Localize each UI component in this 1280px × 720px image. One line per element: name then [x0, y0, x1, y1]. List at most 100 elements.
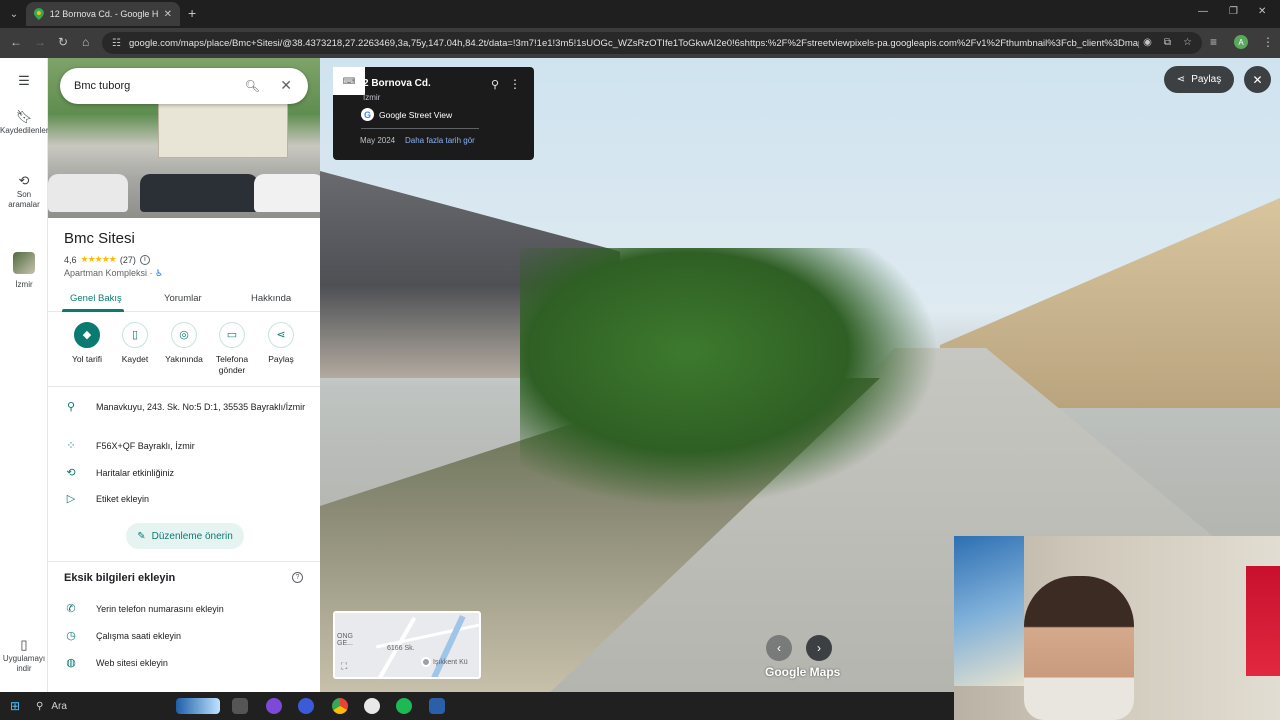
tab-about[interactable]: Hakkında — [251, 293, 291, 304]
suggest-edit-button[interactable]: ✎ Düzenleme önerin — [126, 523, 244, 549]
spotify-icon[interactable] — [396, 698, 412, 714]
history-icon: ⟲ — [66, 467, 76, 479]
plus-code-icon: ⁘ — [66, 440, 76, 452]
recent-place-label: İzmir — [15, 280, 33, 289]
install-icon[interactable]: ⧉ — [1164, 37, 1171, 48]
sv-next-button[interactable]: › — [806, 635, 832, 661]
address-bar[interactable]: ☷ google.com/maps/place/Bmc+Sitesi/@38.4… — [102, 32, 1202, 54]
sv-date: May 2024 — [360, 136, 396, 145]
nearby-icon: ◎ — [171, 322, 197, 348]
rating-stars: ★★★★★ — [80, 254, 117, 264]
send-to-phone-icon: ▭ — [219, 322, 245, 348]
browser-tabbar: ⌄ 12 Bornova Cd. - Google Haritalar ✕ + … — [0, 0, 1280, 28]
minimize-icon[interactable]: — — [1198, 6, 1208, 17]
get-app-label: Uygulamayı indir — [2, 654, 46, 673]
more-options-icon[interactable]: ⋮ — [509, 77, 521, 91]
active-tab-indicator — [62, 309, 124, 312]
messenger-icon[interactable] — [266, 698, 282, 714]
wheelchair-icon: ♿︎ — [155, 268, 164, 278]
history-icon: ⟲ — [18, 173, 30, 188]
close-icon[interactable]: ✕ — [280, 77, 292, 94]
search-icon[interactable]: 🔍︎ — [245, 79, 260, 93]
location-pin-icon[interactable]: ⚲ — [491, 78, 499, 91]
maps-favicon-icon — [34, 8, 44, 20]
divider — [48, 386, 320, 387]
mini-map[interactable]: ONG GE... 6166 Sk. Işıkkent Kü ⛶ — [333, 611, 481, 679]
send-to-phone-label: Telefona gönder — [215, 354, 249, 375]
app-icon[interactable] — [298, 698, 314, 714]
tab-overview[interactable]: Genel Bakış — [70, 293, 122, 304]
chevron-right-icon: › — [817, 641, 821, 655]
menu-button[interactable]: ☰ — [0, 74, 48, 90]
get-app-button[interactable]: ▯ Uygulamayı indir — [0, 638, 48, 674]
forward-icon[interactable]: → — [34, 36, 46, 48]
app-icon[interactable] — [429, 698, 445, 714]
globe-icon: ◍ — [66, 657, 76, 669]
sv-share-button[interactable]: ⋖ Paylaş — [1164, 66, 1234, 93]
bookmark-icon: 🔖︎ — [15, 109, 33, 124]
photo-car — [254, 174, 320, 212]
plus-code-text: F56X+QF Bayraklı, İzmir — [96, 441, 195, 451]
maps-left-rail: ☰ 🔖︎ Kaydedilenler ⟲ Son aramalar İzmir … — [0, 58, 48, 692]
category-label[interactable]: Apartman Kompleksi · — [64, 268, 153, 278]
more-dates-link[interactable]: Daha fazla tarih gör — [405, 136, 475, 145]
search-box[interactable]: 🔍︎ ✕ — [60, 68, 308, 104]
bookmark-star-icon[interactable]: ☆ — [1183, 37, 1192, 48]
clock-icon: ◷ — [66, 630, 76, 642]
location-icon[interactable]: ◉ — [1143, 37, 1152, 48]
tab-reviews[interactable]: Yorumlar — [164, 293, 202, 304]
divider — [48, 561, 320, 562]
sv-trees — [520, 248, 940, 508]
current-location-dot — [421, 657, 431, 667]
rating-value: 4,6 — [64, 254, 77, 265]
obs-icon[interactable] — [364, 698, 380, 714]
help-icon[interactable]: ? — [292, 572, 303, 583]
media-icon[interactable]: ≡ — [1210, 36, 1217, 48]
browser-menu-icon[interactable]: ⋮ — [1262, 35, 1274, 49]
task-view-icon[interactable] — [232, 698, 248, 714]
address-row[interactable]: ⚲ Manavkuyu, 243. Sk. No:5 D:1, 35535 Ba… — [48, 401, 320, 427]
info-icon[interactable]: i — [139, 254, 150, 265]
browser-tab[interactable]: 12 Bornova Cd. - Google Haritalar ✕ — [26, 2, 180, 26]
review-count[interactable]: (27) — [120, 255, 136, 265]
label-text: Etiket ekleyin — [96, 494, 150, 504]
chevron-left-icon: ‹ — [777, 641, 781, 655]
windows-start-icon[interactable]: ⊞ — [10, 700, 22, 712]
share-icon: ⋖ — [1176, 74, 1186, 85]
profile-avatar[interactable]: A — [1234, 35, 1248, 49]
recent-place-izmir[interactable]: İzmir — [0, 252, 48, 290]
street-view-info-card: ⌨ 2 Bornova Cd. İzmir ⚲ ⋮ G Google Stree… — [333, 67, 534, 160]
share-label: Paylaş — [268, 354, 294, 364]
window-close-icon[interactable]: ✕ — [1258, 6, 1266, 17]
reload-icon[interactable]: ↻ — [58, 36, 68, 48]
recent-button[interactable]: ⟲ Son aramalar — [0, 173, 48, 210]
tab-close-icon[interactable]: ✕ — [164, 9, 172, 20]
keyboard-icon[interactable]: ⌨ — [333, 67, 365, 95]
tab-search-icon[interactable]: ⌄ — [6, 6, 22, 22]
share-icon: ⋖ — [268, 322, 294, 348]
sv-prev-button[interactable]: ‹ — [766, 635, 792, 661]
site-info-icon[interactable]: ☷ — [112, 38, 121, 49]
widgets-icon[interactable] — [176, 698, 220, 714]
home-icon[interactable]: ⌂ — [82, 36, 89, 48]
restore-icon[interactable]: ❐ — [1229, 6, 1238, 17]
google-logo-icon: G — [361, 108, 374, 121]
add-hours-text: Çalışma saati ekleyin — [96, 631, 182, 641]
sv-close-button[interactable]: ✕ — [1244, 66, 1271, 93]
back-icon[interactable]: ← — [10, 36, 22, 48]
place-panel: 🔍︎ ✕ Bmc Sitesi 4,6 ★★★★★ (27) i Apartma… — [48, 58, 320, 692]
photo-car — [140, 174, 258, 212]
location-pin-icon: ⚲ — [66, 401, 76, 413]
chrome-icon[interactable] — [332, 698, 348, 714]
search-input[interactable] — [74, 80, 244, 92]
save-button[interactable]: ▯ Kaydet — [107, 322, 163, 365]
activity-text: Haritalar etkinliğiniz — [96, 468, 175, 478]
saved-button[interactable]: 🔖︎ Kaydedilenler — [0, 109, 48, 136]
new-tab-icon[interactable]: + — [188, 6, 196, 20]
send-to-phone-button[interactable]: ▭ Telefona gönder — [204, 322, 260, 376]
rating-row: 4,6 ★★★★★ (27) i — [64, 254, 150, 265]
close-icon: ✕ — [1252, 72, 1263, 87]
share-button[interactable]: ⋖ Paylaş — [253, 322, 309, 365]
expand-icon[interactable]: ⛶ — [341, 661, 347, 672]
url-text: google.com/maps/place/Bmc+Sitesi/@38.437… — [128, 37, 1139, 49]
